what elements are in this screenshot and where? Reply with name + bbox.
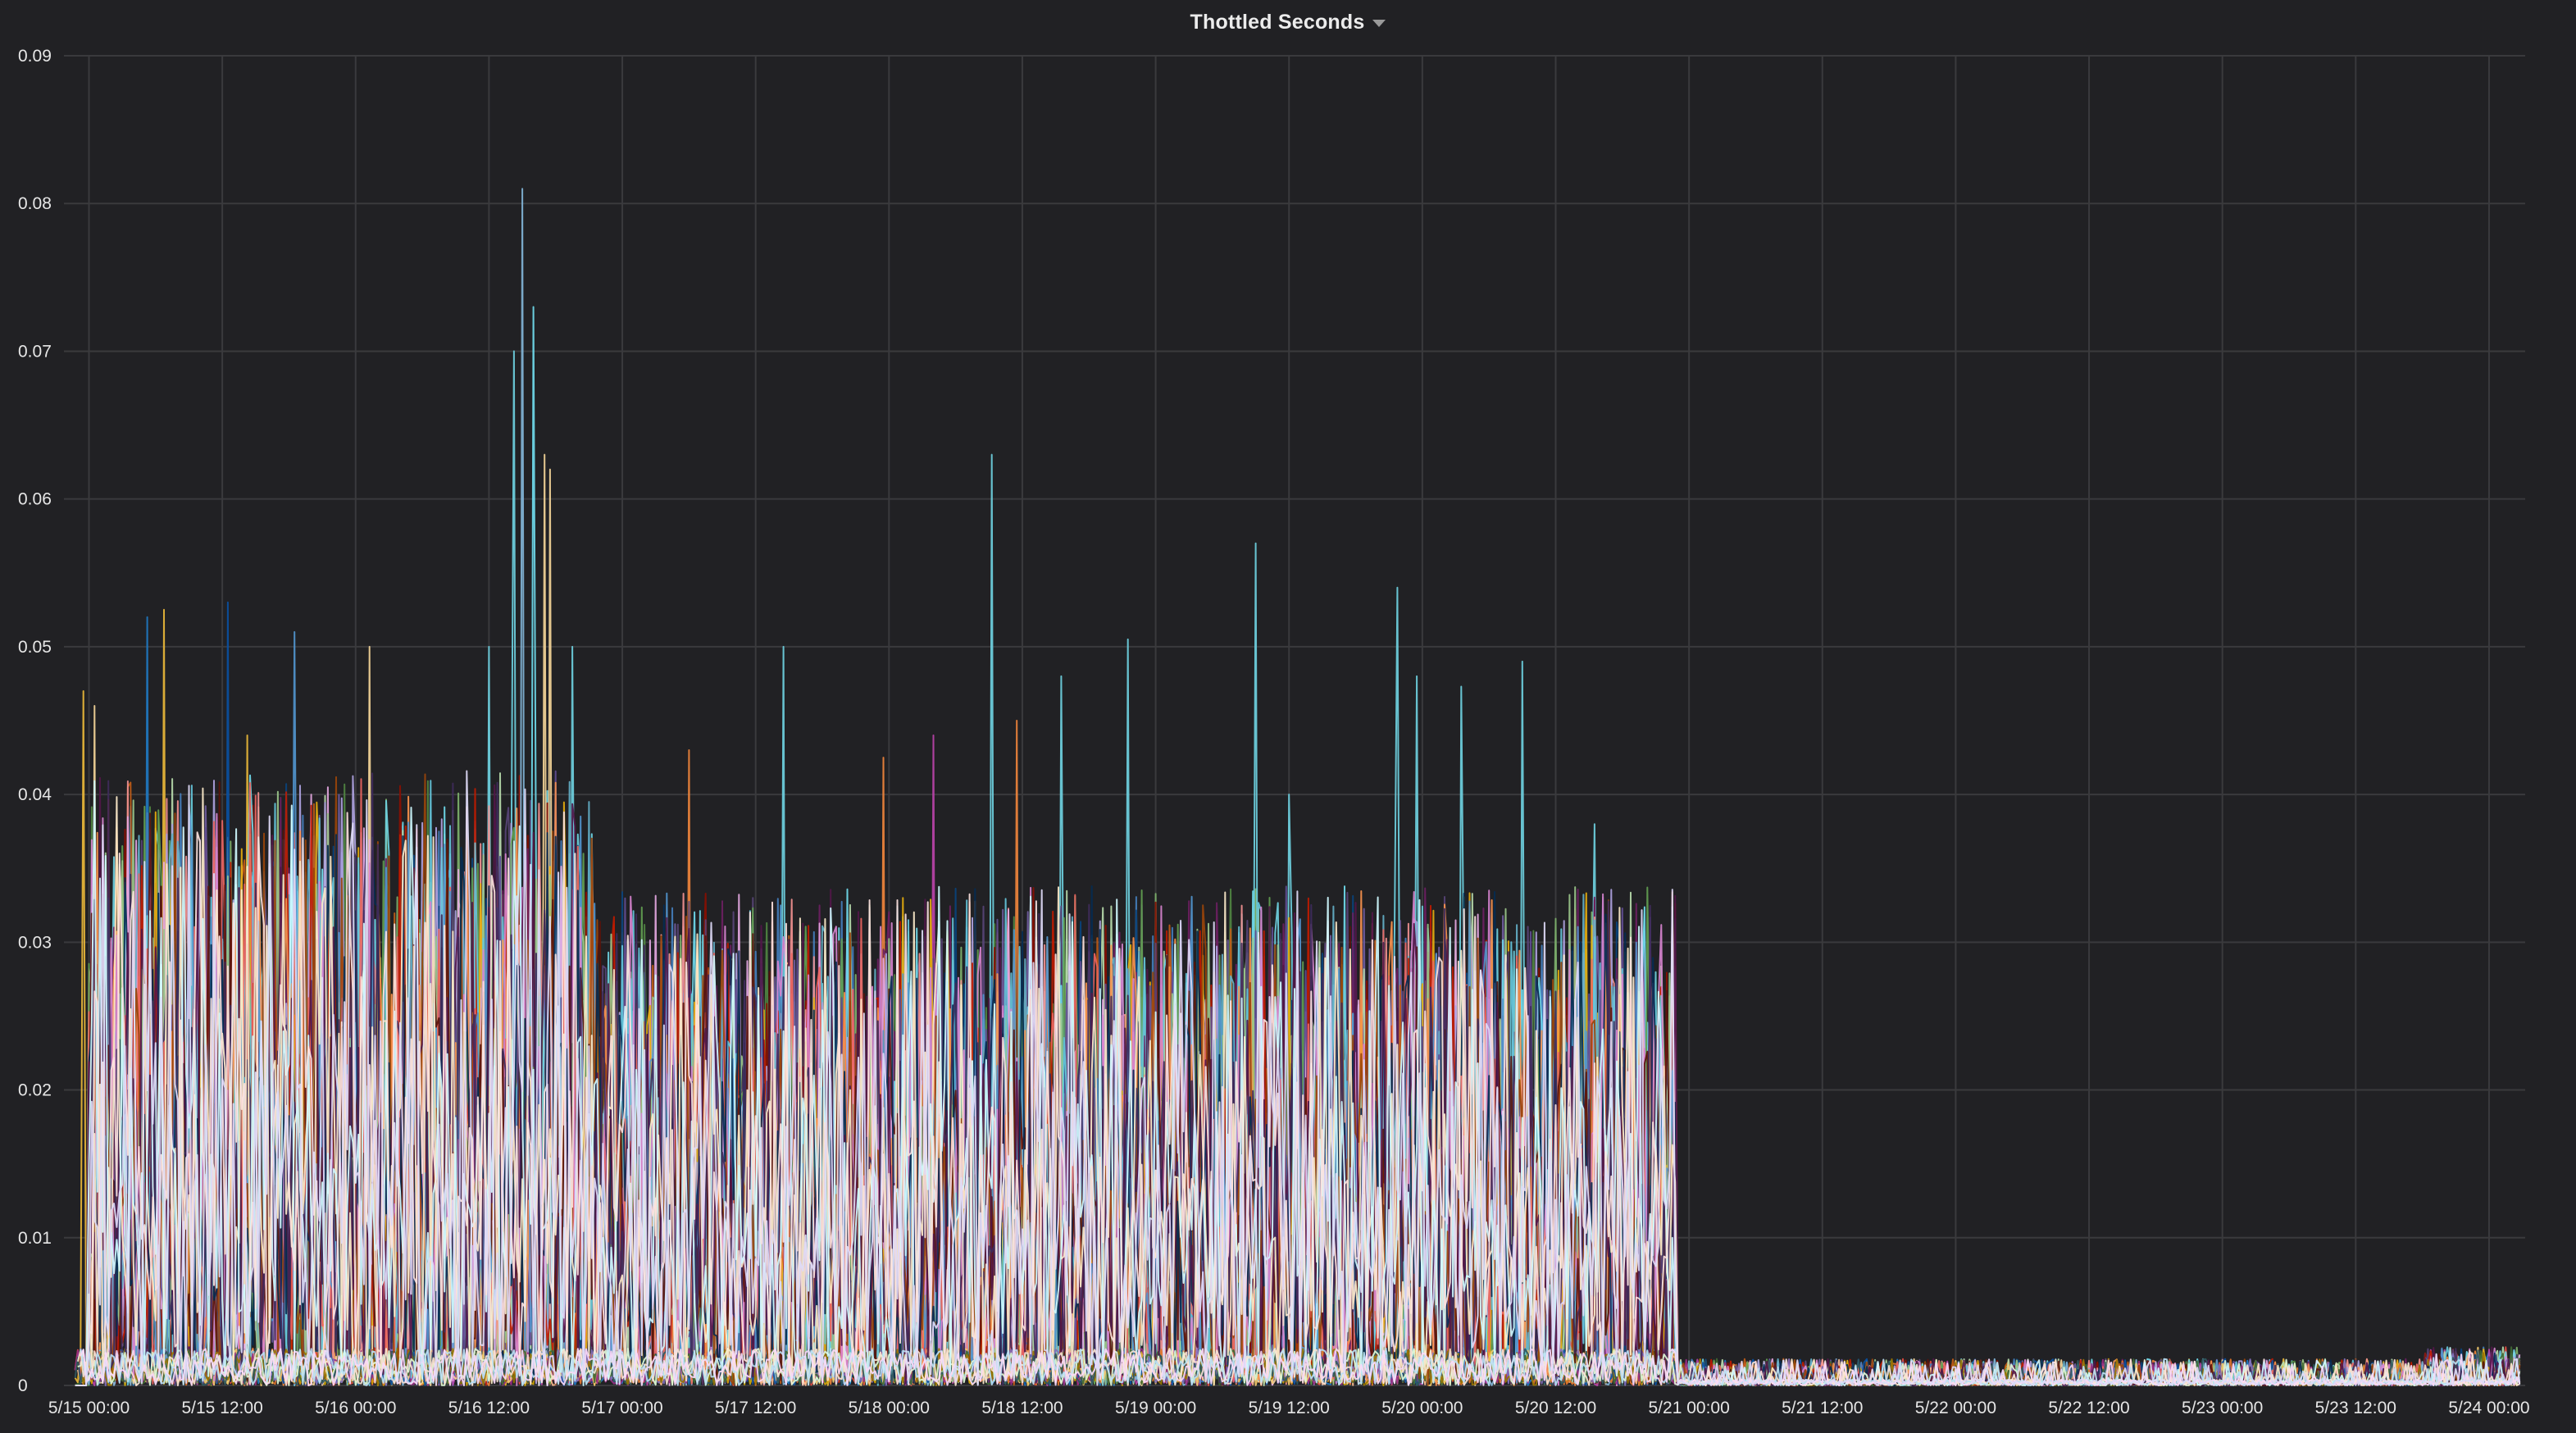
y-tick-label: 0.09 <box>18 47 52 66</box>
line-chart[interactable]: 0 0.01 0.02 0.03 0.04 0.05 0.06 0.07 0.08 0.09 5/… <box>0 0 2576 1433</box>
x-tick-label: 5/19 12:00 <box>1249 1399 1330 1417</box>
x-tick-label: 5/20 12:00 <box>1515 1399 1596 1417</box>
x-tick-label: 5/23 00:00 <box>2182 1399 2263 1417</box>
x-tick-label: 5/20 00:00 <box>1381 1399 1463 1417</box>
x-tick-label: 5/22 00:00 <box>1915 1399 1996 1417</box>
y-tick-label: 0.06 <box>18 490 52 509</box>
panel-header[interactable]: Thottled Seconds <box>0 0 2576 44</box>
x-tick-label: 5/22 12:00 <box>2048 1399 2129 1417</box>
y-tick-label: 0.07 <box>18 342 52 361</box>
x-axis: 5/15 00:00 5/15 12:00 5/16 00:00 5/16 12:00… <box>48 1399 2530 1417</box>
y-tick-label: 0.04 <box>18 785 52 804</box>
x-tick-label: 5/17 12:00 <box>715 1399 796 1417</box>
y-tick-label: 0 <box>18 1376 28 1395</box>
y-axis: 0 0.01 0.02 0.03 0.04 0.05 0.06 0.07 0.08 0.09 <box>18 47 52 1395</box>
caret-down-icon[interactable] <box>1372 20 1386 27</box>
x-tick-label: 5/24 00:00 <box>2448 1399 2529 1417</box>
x-tick-label: 5/16 12:00 <box>448 1399 530 1417</box>
x-tick-label: 5/15 12:00 <box>181 1399 262 1417</box>
y-tick-label: 0.05 <box>18 638 52 657</box>
x-tick-label: 5/17 00:00 <box>581 1399 662 1417</box>
x-tick-label: 5/18 12:00 <box>981 1399 1063 1417</box>
panel-title[interactable]: Thottled Seconds <box>1190 11 1365 34</box>
graph-panel: 0 0.01 0.02 0.03 0.04 0.05 0.06 0.07 0.08 0.09 5/… <box>0 0 2576 1433</box>
x-tick-label: 5/21 00:00 <box>1649 1399 1730 1417</box>
y-tick-label: 0.08 <box>18 194 52 213</box>
y-tick-label: 0.01 <box>18 1229 52 1248</box>
y-tick-label: 0.02 <box>18 1081 52 1100</box>
x-tick-label: 5/16 00:00 <box>315 1399 396 1417</box>
x-tick-label: 5/21 12:00 <box>1782 1399 1863 1417</box>
series-lines[interactable] <box>74 188 2521 1386</box>
x-tick-label: 5/23 12:00 <box>2315 1399 2396 1417</box>
y-tick-label: 0.03 <box>18 933 52 952</box>
x-tick-label: 5/18 00:00 <box>849 1399 930 1417</box>
x-tick-label: 5/19 00:00 <box>1115 1399 1196 1417</box>
x-tick-label: 5/15 00:00 <box>48 1399 130 1417</box>
